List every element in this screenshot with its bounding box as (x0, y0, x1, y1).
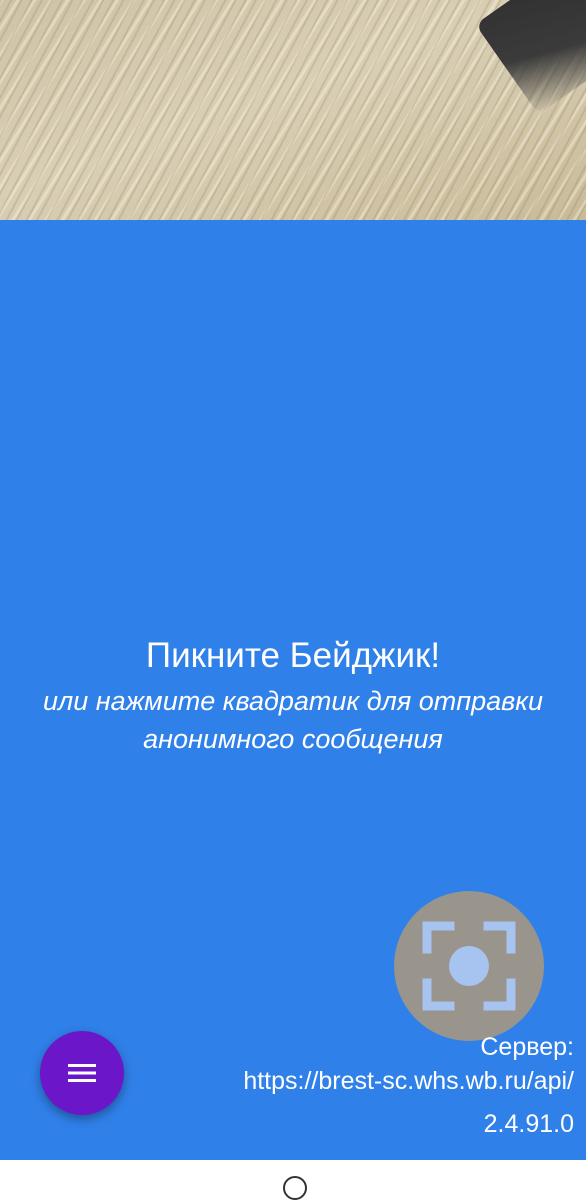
home-nav-icon[interactable] (283, 1176, 307, 1200)
hamburger-menu-icon (68, 1064, 96, 1082)
app-version: 2.4.91.0 (483, 1110, 574, 1138)
server-url: https://brest-sc.whs.wb.ru/api/ (243, 1067, 574, 1095)
prompt-title: Пикните Бейджик! (145, 636, 441, 675)
anonymous-message-button[interactable] (394, 891, 544, 1041)
focus-scan-icon (422, 921, 516, 1011)
server-label: Сервер: (480, 1033, 574, 1061)
prompt-subtitle: или нажмите квадратик для отправки анони… (42, 686, 544, 754)
menu-button[interactable] (40, 1031, 124, 1115)
system-navigation-bar (0, 1160, 586, 1200)
camera-preview (0, 0, 586, 220)
camera-object-edge (475, 0, 586, 115)
